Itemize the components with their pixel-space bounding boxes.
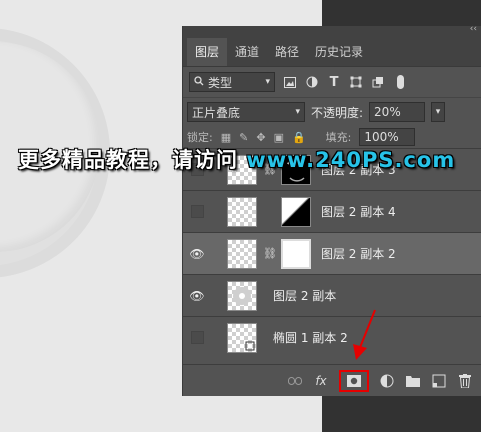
filter-toggle[interactable] bbox=[397, 75, 404, 89]
layer-row-selected[interactable]: 👁 ⛓ 图层 2 副本 2 bbox=[183, 232, 481, 274]
layer-name[interactable]: 图层 2 副本 4 bbox=[321, 203, 396, 220]
adjustment-filter-icon[interactable] bbox=[305, 75, 319, 89]
link-icon[interactable]: ⛓ bbox=[263, 247, 277, 260]
panel-tabs: 图层 通道 路径 历史记录 bbox=[183, 37, 481, 67]
lock-paint-icon[interactable]: ✎ bbox=[239, 131, 248, 144]
opacity-label: 不透明度: bbox=[311, 105, 364, 120]
watermark: 更多精品教程，请访问 www.240PS.com bbox=[18, 144, 455, 174]
layer-mask-thumbnail[interactable] bbox=[280, 196, 311, 227]
lock-move-icon[interactable]: ✥ bbox=[256, 131, 265, 144]
opacity-input[interactable]: 20% bbox=[369, 102, 426, 122]
trash-icon[interactable] bbox=[457, 373, 473, 389]
fill-value: 100% bbox=[364, 130, 399, 144]
layer-name[interactable]: 图层 2 副本 bbox=[273, 287, 336, 304]
chevron-down-icon: ▾ bbox=[265, 77, 270, 87]
fx-icon[interactable]: fx bbox=[313, 373, 329, 389]
search-icon bbox=[194, 75, 204, 89]
layer-row[interactable]: 椭圆 1 副本 2 bbox=[183, 316, 481, 358]
watermark-url: www.240PS.com bbox=[246, 148, 456, 172]
opacity-value: 20% bbox=[374, 105, 401, 119]
tab-paths[interactable]: 路径 bbox=[267, 37, 307, 66]
filter-kind-select[interactable]: 类型 ▾ bbox=[189, 72, 275, 92]
layer-thumbnail[interactable] bbox=[227, 322, 257, 353]
layer-row[interactable]: ⛓ 图层 2 副本 4 bbox=[183, 190, 481, 232]
layer-thumbnail[interactable] bbox=[227, 196, 257, 227]
fill-label: 填充: bbox=[325, 131, 352, 144]
pointer-arrow bbox=[353, 309, 376, 360]
filter-row: 类型 ▾ T bbox=[183, 67, 481, 98]
blend-mode-value: 正片叠底 bbox=[192, 105, 241, 120]
smart-object-filter-icon[interactable] bbox=[371, 75, 385, 89]
new-group-icon[interactable] bbox=[405, 373, 421, 389]
layer-mask-thumbnail[interactable] bbox=[280, 238, 311, 269]
visibility-toggle[interactable] bbox=[190, 205, 204, 218]
filter-kind-label: 类型 bbox=[208, 75, 233, 90]
watermark-text: 更多精品教程，请访问 bbox=[18, 148, 238, 172]
text-filter-icon[interactable]: T bbox=[327, 75, 341, 90]
visibility-toggle[interactable] bbox=[190, 331, 204, 344]
lock-all-icon[interactable]: 🔒 bbox=[292, 131, 306, 144]
image-filter-icon[interactable] bbox=[283, 75, 297, 89]
layer-name[interactable]: 图层 2 副本 2 bbox=[321, 245, 396, 262]
opacity-dropdown[interactable]: ▾ bbox=[431, 102, 446, 122]
add-mask-button[interactable] bbox=[339, 369, 369, 392]
new-layer-icon[interactable] bbox=[431, 373, 447, 389]
chevron-down-icon: ▾ bbox=[435, 107, 441, 117]
lock-label: 锁定: bbox=[187, 131, 213, 144]
shape-filter-icon[interactable] bbox=[349, 75, 363, 89]
layer-thumbnail[interactable] bbox=[227, 280, 257, 311]
eye-icon[interactable]: 👁 bbox=[189, 247, 204, 261]
lock-artboard-icon[interactable]: ▣ bbox=[274, 131, 284, 144]
mask-icon bbox=[347, 374, 361, 387]
eye-icon[interactable]: 👁 bbox=[189, 289, 204, 303]
layer-row[interactable]: 👁 图层 2 副本 bbox=[183, 274, 481, 316]
blend-mode-select[interactable]: 正片叠底 ▾ bbox=[187, 102, 305, 122]
tab-history[interactable]: 历史记录 bbox=[307, 37, 371, 66]
panel-titlebar: ‹‹ bbox=[183, 24, 481, 38]
chevron-down-icon: ▾ bbox=[295, 107, 300, 117]
tab-layers[interactable]: 图层 bbox=[187, 37, 228, 66]
link-layers-icon[interactable] bbox=[287, 373, 303, 389]
layers-panel: ‹‹ 图层 通道 路径 历史记录 类型 ▾ T 正片叠底 ▾ 不透明度: 20%… bbox=[183, 24, 481, 396]
layers-bottom-toolbar: fx bbox=[183, 364, 481, 396]
blend-row: 正片叠底 ▾ 不透明度: 20% ▾ bbox=[183, 98, 481, 126]
adjustment-layer-icon[interactable] bbox=[379, 373, 395, 389]
collapse-icon[interactable]: ‹‹ bbox=[470, 24, 477, 34]
tab-channels[interactable]: 通道 bbox=[227, 37, 267, 66]
lock-pixels-icon[interactable]: ▦ bbox=[221, 131, 231, 144]
layer-thumbnail[interactable] bbox=[227, 238, 257, 269]
layer-name[interactable]: 椭圆 1 副本 2 bbox=[273, 329, 348, 346]
